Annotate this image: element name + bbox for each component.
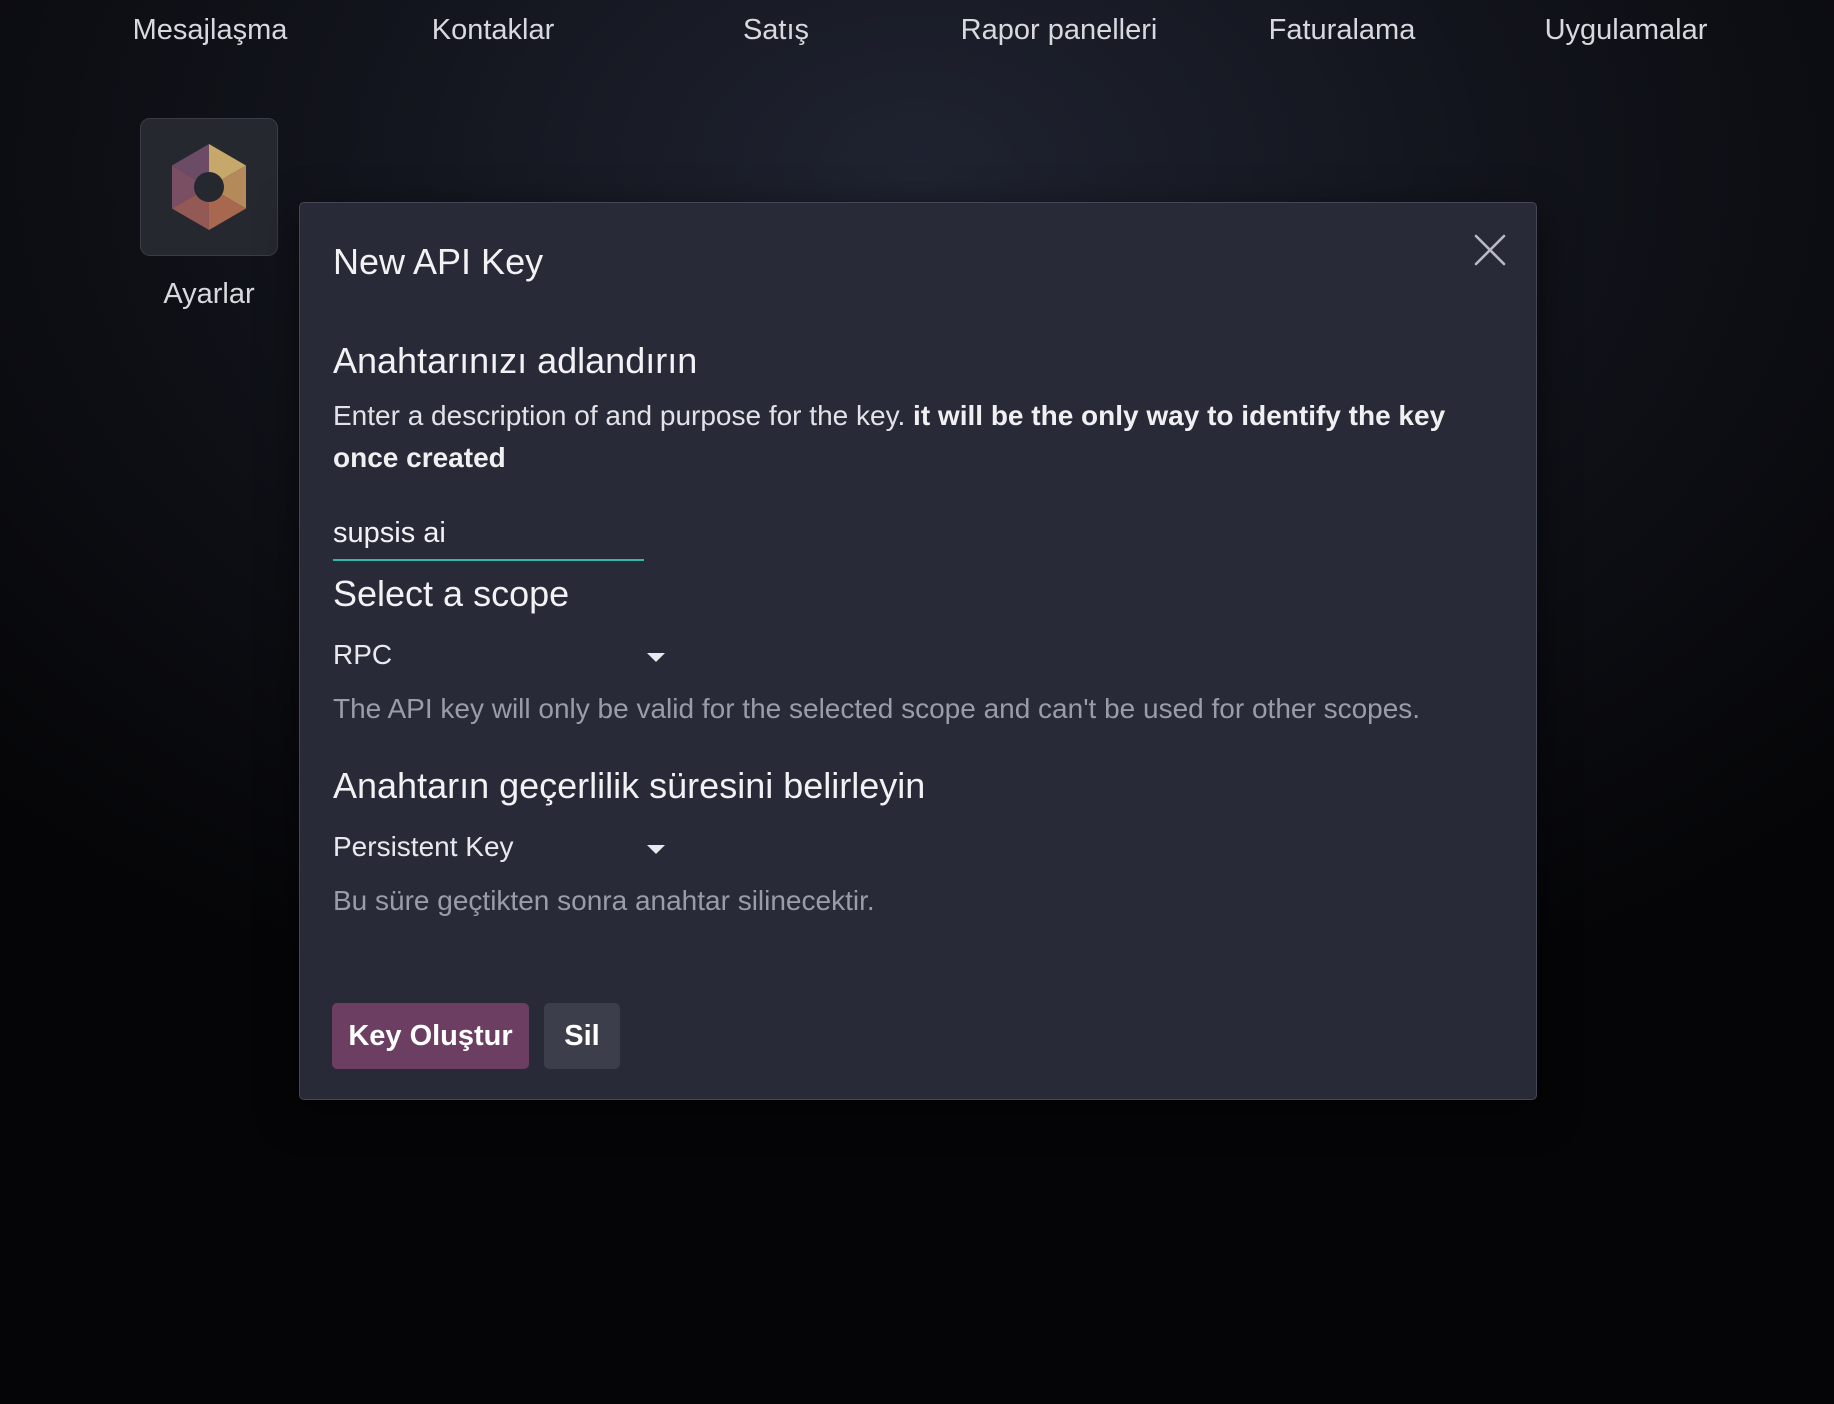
- app-link-dashboards[interactable]: Rapor panelleri: [917, 14, 1201, 47]
- settings-app-tile[interactable]: [140, 118, 278, 256]
- settings-app-label[interactable]: Ayarlar: [120, 278, 298, 311]
- chevron-down-icon: [647, 653, 665, 662]
- scope-help-text: The API key will only be valid for the s…: [333, 693, 1421, 724]
- scope-select[interactable]: RPC: [333, 633, 673, 679]
- top-app-bar: Mesajlaşma Kontaklar Satış Rapor panelle…: [0, 0, 1834, 70]
- key-name-input[interactable]: [333, 511, 644, 561]
- name-section-description: Enter a description of and purpose for t…: [333, 395, 1513, 479]
- app-link-messaging[interactable]: Mesajlaşma: [68, 14, 352, 47]
- chevron-down-icon: [647, 845, 665, 854]
- duration-section-heading: Anahtarın geçerlilik süresini belirleyin: [333, 765, 926, 806]
- scope-section-heading: Select a scope: [333, 573, 570, 614]
- duration-select-value: Persistent Key: [333, 831, 514, 862]
- scope-select-value: RPC: [333, 639, 393, 670]
- dialog-title: New API Key: [333, 241, 544, 282]
- app-link-sales[interactable]: Satış: [634, 14, 918, 47]
- app-link-contacts[interactable]: Kontaklar: [351, 14, 635, 47]
- app-link-apps[interactable]: Uygulamalar: [1484, 14, 1768, 47]
- duration-help-text: Bu süre geçtikten sonra anahtar silinece…: [333, 885, 875, 916]
- app-link-invoicing[interactable]: Faturalama: [1200, 14, 1484, 47]
- close-icon: [1474, 234, 1506, 266]
- settings-hexagon-icon: [172, 144, 246, 230]
- duration-select[interactable]: Persistent Key: [333, 825, 673, 871]
- discard-button[interactable]: Sil: [544, 1003, 620, 1069]
- close-button[interactable]: [1468, 228, 1512, 272]
- new-api-key-dialog: New API Key Anahtarınızı adlandırın Ente…: [299, 202, 1537, 1100]
- create-key-button[interactable]: Key Oluştur: [332, 1003, 529, 1069]
- name-section-heading: Anahtarınızı adlandırın: [333, 340, 698, 381]
- description-text: Enter a description of and purpose for t…: [333, 400, 906, 431]
